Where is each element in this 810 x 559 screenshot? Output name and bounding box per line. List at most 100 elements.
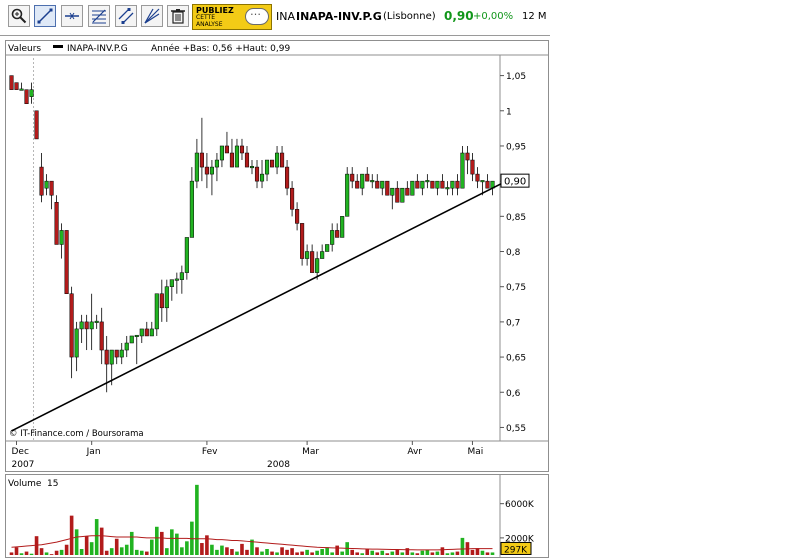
- candle: [149, 321, 154, 337]
- candle-body: [84, 321, 89, 330]
- volume-bar: [285, 549, 289, 555]
- candle: [290, 181, 295, 217]
- candle-body: [224, 145, 230, 154]
- price-tick-label: 0,8: [506, 248, 521, 258]
- candle-body: [99, 321, 104, 351]
- candle: [455, 174, 460, 196]
- candle: [204, 153, 209, 189]
- candle: [99, 307, 104, 365]
- candle: [405, 181, 410, 196]
- volume-bar: [139, 550, 144, 555]
- candle: [34, 110, 39, 140]
- candle-body: [435, 180, 440, 189]
- month-labels: Dec Jan Fev Mar Avr Mai 2007 2008: [12, 447, 484, 470]
- candle-body: [325, 244, 330, 252]
- candle: [154, 293, 159, 336]
- candle-body: [214, 159, 219, 168]
- volume-bar: [44, 552, 49, 555]
- month-separators: [16, 58, 473, 445]
- candle: [209, 160, 214, 196]
- volume-bar: [180, 547, 184, 555]
- candle-body: [234, 145, 240, 168]
- volume-bar: [165, 548, 169, 555]
- volume-bar: [490, 552, 495, 555]
- candle-body: [34, 110, 39, 140]
- candle-body: [19, 88, 24, 91]
- volume-bar: [440, 547, 445, 555]
- volume-bar: [155, 526, 159, 555]
- month-label: Mai: [467, 447, 483, 457]
- candle: [310, 244, 315, 273]
- volume-bar: [89, 542, 94, 555]
- month-label: Avr: [407, 447, 422, 457]
- candle: [400, 187, 405, 203]
- volume-bar: [49, 554, 54, 555]
- candle: [54, 195, 59, 245]
- candle: [300, 223, 305, 266]
- candle-body: [285, 166, 290, 189]
- candle-body: [470, 159, 475, 175]
- candle-body: [134, 334, 139, 337]
- volume-bar: [240, 543, 244, 555]
- candle-body: [244, 152, 250, 168]
- candle-body: [375, 180, 380, 189]
- volume-bar: [59, 549, 64, 555]
- chart-canvas: Valeurs INAPA-INV.P.G Année +Bas: 0,56 +…: [5, 43, 549, 558]
- candle-body: [229, 152, 235, 168]
- candle: [295, 202, 300, 231]
- candle-body: [149, 328, 154, 337]
- candle-body: [305, 251, 310, 259]
- volume-bar: [390, 551, 395, 555]
- candle: [440, 174, 445, 189]
- price-tick-label: 1,05: [506, 72, 526, 82]
- candle-body: [154, 293, 159, 330]
- candle: [194, 138, 199, 189]
- support-trendline[interactable]: [11, 181, 504, 432]
- candle-body: [310, 251, 315, 273]
- volume-tick-labels: 6000K2000K297K: [500, 500, 535, 555]
- candle-body: [184, 237, 189, 273]
- volume-bar: [74, 529, 79, 555]
- candle: [14, 82, 19, 90]
- volume-bar: [99, 527, 104, 555]
- candle: [79, 314, 84, 343]
- volume-bar: [220, 545, 224, 555]
- volume-bar: [280, 547, 284, 555]
- volume-bar: [430, 552, 435, 555]
- candle-body: [64, 230, 69, 294]
- candle-body: [159, 293, 164, 309]
- volume-bar: [370, 550, 375, 555]
- candle: [425, 174, 430, 189]
- candle: [320, 244, 325, 259]
- candle: [189, 167, 194, 238]
- candle-body: [204, 166, 209, 175]
- volume-tick-label: 6000K: [505, 500, 535, 510]
- candle: [465, 145, 470, 175]
- year-label: 2007: [12, 460, 35, 470]
- candle: [179, 265, 184, 294]
- volume-bar: [330, 552, 334, 555]
- price-tick-label: 0,75: [506, 283, 526, 293]
- year-label: 2008: [267, 460, 290, 470]
- volume-bar: [225, 547, 229, 555]
- volume-bar: [480, 550, 485, 555]
- candle: [415, 174, 420, 189]
- candle-body: [124, 342, 129, 351]
- volume-bar: [350, 549, 355, 555]
- candle-body: [380, 180, 385, 189]
- candle-body: [189, 180, 194, 238]
- candle-body: [445, 187, 450, 190]
- candle: [450, 180, 455, 196]
- volume-bar: [195, 484, 199, 555]
- price-tick-label: 0,55: [506, 424, 526, 434]
- candle-body: [129, 335, 134, 344]
- candle: [269, 159, 275, 168]
- volume-bar: [119, 547, 124, 555]
- candle: [19, 82, 24, 91]
- legend-info: Année +Bas: 0,56 +Haut: 0,99: [151, 43, 290, 54]
- candle: [44, 174, 49, 196]
- candle-body: [144, 328, 149, 337]
- chart-application: PUBLIEZ CETTE ANALYSE … INA INAPA-INV.P.…: [0, 0, 550, 559]
- volume-bar: [215, 549, 219, 555]
- candle-body: [340, 216, 345, 238]
